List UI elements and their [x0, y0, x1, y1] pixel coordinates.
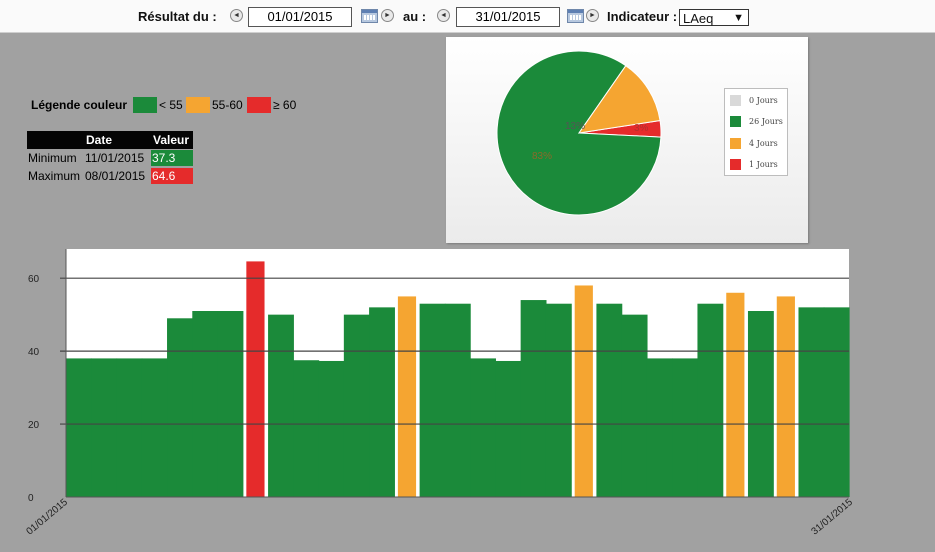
x-tick-label: 31/01/2015 — [810, 497, 856, 538]
bar — [369, 307, 395, 497]
bar — [192, 311, 219, 497]
bar — [798, 307, 825, 497]
bar — [470, 358, 496, 497]
y-tick-label: 60 — [28, 274, 40, 285]
bar — [596, 303, 623, 497]
bar — [747, 311, 774, 497]
bar — [318, 360, 345, 497]
bar — [574, 285, 593, 497]
bar — [397, 296, 417, 497]
bar — [343, 314, 370, 497]
bar — [217, 311, 244, 497]
bar — [672, 358, 699, 497]
bar — [776, 296, 795, 497]
bar — [621, 314, 648, 497]
bar — [167, 318, 193, 497]
bar — [444, 303, 471, 497]
bar — [697, 303, 724, 497]
bar-chart: 020406001/01/2015 31/01/2015 — [25, 249, 856, 538]
bar — [246, 261, 265, 497]
bar — [726, 292, 745, 497]
bar — [268, 314, 294, 497]
y-tick-label: 40 — [28, 347, 40, 358]
y-tick-label: 20 — [28, 420, 40, 431]
bar — [293, 360, 320, 497]
bar — [419, 303, 446, 497]
bar — [495, 360, 522, 497]
bar — [91, 358, 118, 497]
bar — [545, 303, 572, 497]
bar — [520, 300, 547, 497]
bar — [823, 307, 850, 497]
bar — [646, 358, 673, 497]
bar — [141, 358, 168, 497]
bar — [116, 358, 143, 497]
bar — [66, 358, 92, 497]
y-tick-label: 0 — [28, 493, 34, 504]
